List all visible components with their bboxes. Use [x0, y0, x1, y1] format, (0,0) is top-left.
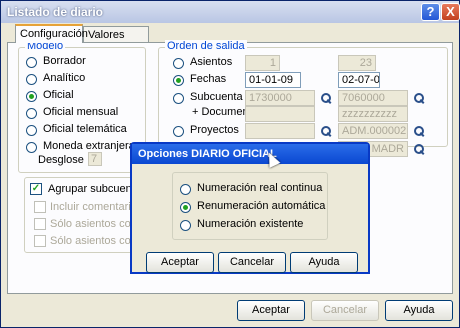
label-moneda-extranjera: Moneda extranjera [43, 140, 135, 152]
proyectos-to[interactable]: ADM.000002 [338, 123, 408, 139]
radio-renumeracion-automatica[interactable] [180, 202, 191, 213]
label-subcuenta: Subcuenta [190, 91, 243, 103]
search-icon[interactable] [320, 125, 332, 137]
radio-numeracion-real[interactable] [180, 184, 191, 195]
documento-from[interactable] [245, 106, 315, 122]
search-icon[interactable] [413, 143, 425, 155]
search-icon[interactable] [320, 92, 332, 104]
radio-proyectos[interactable] [173, 126, 184, 137]
label-numeracion-existente: Numeración existente [197, 218, 304, 230]
label-oficial-mensual: Oficial mensual [43, 106, 119, 118]
label-asientos: Asientos [190, 56, 233, 68]
help-button[interactable]: ? [421, 3, 440, 21]
orden-legend: Orden de salida [165, 40, 247, 52]
label-oficial: Oficial [43, 89, 74, 101]
asientos-from[interactable]: 1 [245, 55, 280, 71]
numeracion-group: Numeración real continua Renumeración au… [172, 172, 328, 240]
asientos-to[interactable]: 23 [338, 55, 376, 71]
opciones-diario-oficial-dialog: Opciones DIARIO OFICIAL Numeración real … [130, 142, 370, 274]
search-icon[interactable] [413, 92, 425, 104]
label-borrador: Borrador [43, 55, 86, 67]
dialog-title: Opciones DIARIO OFICIAL [132, 144, 368, 164]
search-icon[interactable] [413, 125, 425, 137]
label-analitico: Analítico [43, 72, 86, 84]
proyectos-from[interactable] [245, 123, 315, 139]
subcuenta-from[interactable]: 1730000 [245, 90, 315, 106]
documento-to[interactable]: zzzzzzzzzz [338, 106, 408, 122]
radio-borrador[interactable] [26, 57, 37, 68]
dialog-help-button[interactable]: Ayuda [290, 252, 358, 273]
radio-oficial-mensual[interactable] [26, 108, 37, 119]
label-oficial-telematica: Oficial telemática [43, 123, 127, 135]
fechas-to[interactable]: 02-07-09 [338, 72, 380, 88]
desglose-label: Desglose [38, 154, 84, 166]
window-title: Listado de diario [7, 5, 104, 19]
label-fechas: Fechas [190, 73, 227, 85]
radio-oficial-telematica[interactable] [26, 125, 37, 136]
label-proyectos: Proyectos [190, 124, 239, 136]
tab-configuracion[interactable]: Configuración [15, 24, 88, 43]
desglose-field[interactable]: 7 [88, 152, 102, 166]
radio-numeracion-existente[interactable] [180, 220, 191, 231]
listado-diario-window: Listado de diario ? X Configuración Valo… [0, 0, 460, 328]
cancel-button[interactable]: Cancelar [311, 300, 379, 321]
accept-button[interactable]: Aceptar [237, 300, 305, 321]
help-dialog-button[interactable]: Ayuda [385, 300, 453, 321]
label-numeracion-real: Numeración real continua [197, 182, 323, 194]
subcuenta-to[interactable]: 7060000 [338, 90, 408, 106]
radio-moneda-extranjera[interactable] [26, 142, 37, 153]
tab-valores-iniciales[interactable]: Valores Iniciales [83, 26, 149, 53]
dialog-accept-button[interactable]: Aceptar [146, 252, 214, 273]
label-renumeracion-automatica: Renumeración automática [197, 200, 326, 212]
checkbox-incluir-comentarios[interactable] [34, 201, 46, 213]
radio-subcuenta[interactable] [173, 93, 184, 104]
radio-fechas[interactable] [173, 75, 184, 86]
checkbox-agrupar-subcuentas[interactable]: ✓ [30, 183, 42, 195]
dialog-cancel-button[interactable]: Cancelar [218, 252, 286, 273]
radio-asientos[interactable] [173, 58, 184, 69]
close-button[interactable]: X [441, 3, 460, 21]
fechas-from[interactable]: 01-01-09 [245, 72, 301, 88]
radio-oficial[interactable] [26, 91, 37, 102]
title-bar: Listado de diario ? X [1, 1, 460, 23]
checkbox-solo-asientos-mo[interactable] [34, 235, 46, 247]
radio-analitico[interactable] [26, 74, 37, 85]
checkbox-solo-asientos-co[interactable] [34, 218, 46, 230]
